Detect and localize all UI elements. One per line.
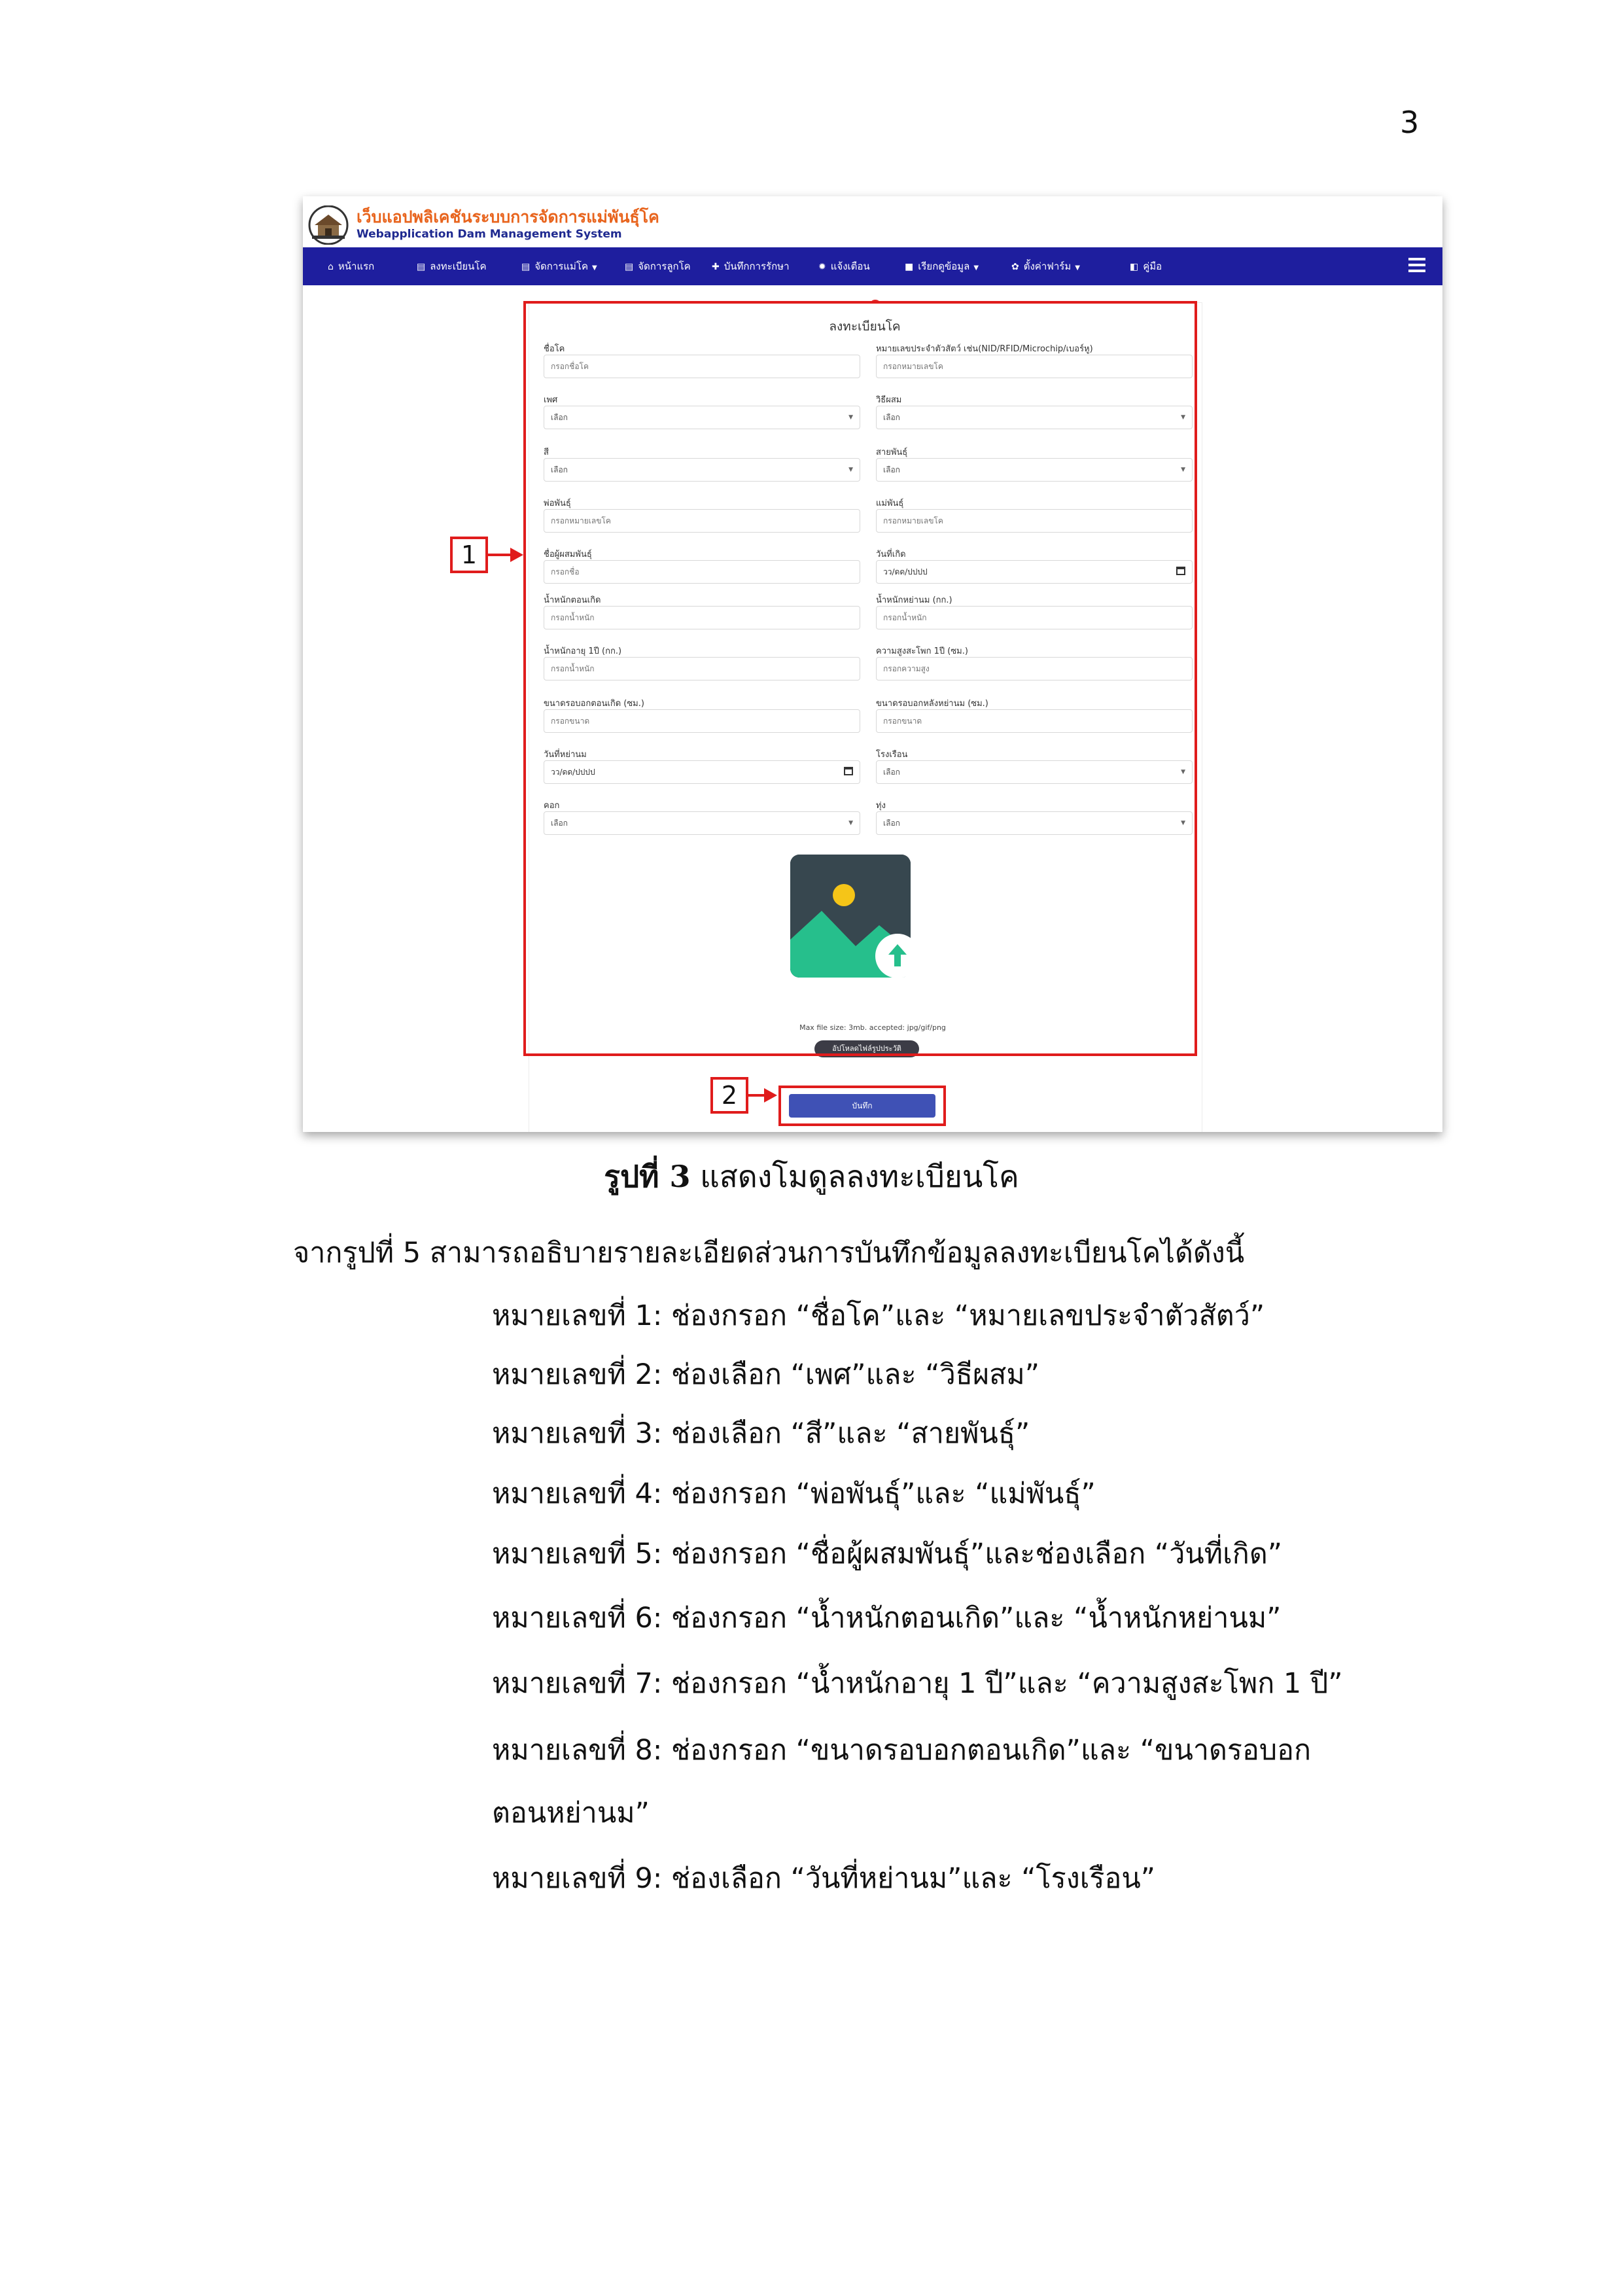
- document-icon: ▤: [417, 262, 426, 272]
- list-item: หมายเลขที่ 6: ช่องกรอก “น้ำหนักตอนเกิด”แ…: [492, 1602, 1282, 1634]
- list-item: หมายเลขที่ 9: ช่องเลือก “วันที่หย่านม”แล…: [492, 1862, 1156, 1895]
- home-icon: ⌂: [328, 262, 334, 272]
- list-item: หมายเลขที่ 8: ช่องกรอก “ขนาดรอบอกตอนเกิด…: [492, 1734, 1311, 1767]
- page-number: 3: [1400, 105, 1420, 140]
- figure-caption: รูปที่ 3 แสดงโมดูลลงทะเบียนโค: [0, 1153, 1623, 1201]
- nav-register[interactable]: ▤ ลงทะเบียนโค: [417, 247, 486, 285]
- intro-paragraph: จากรูปที่ 5 สามารถอธิบายรายละเอียดส่วนกา…: [293, 1237, 1245, 1269]
- callout-marker-2: 2: [710, 1077, 748, 1114]
- list-item-continuation: ตอนหย่านม”: [492, 1797, 650, 1829]
- callout-arrow-1: [488, 554, 512, 556]
- list-item: หมายเลขที่ 4: ช่องกรอก “พ่อพันธุ์”และ “แ…: [492, 1477, 1096, 1510]
- callout-arrow-2: [748, 1094, 765, 1097]
- caption-label: รูปที่ 3: [604, 1159, 691, 1194]
- farm-logo-icon: [308, 205, 349, 245]
- list-item: หมายเลขที่ 3: ช่องเลือก “สี”และ “สายพันธ…: [492, 1417, 1030, 1450]
- list-item: หมายเลขที่ 7: ช่องกรอก “น้ำหนักอายุ 1 ปี…: [492, 1667, 1343, 1700]
- list-item: หมายเลขที่ 1: ช่องกรอก “ชื่อโค”และ “หมาย…: [492, 1299, 1265, 1332]
- caption-text: แสดงโมดูลลงทะเบียนโค: [690, 1159, 1019, 1194]
- app-screenshot: เว็บแอปพลิเคชันระบบการจัดการแม่พันธุ์โค …: [303, 196, 1442, 1132]
- list-item: หมายเลขที่ 2: ช่องเลือก “เพศ”และ “วิธีผส…: [492, 1358, 1040, 1391]
- callout-marker-1: 1: [450, 537, 488, 573]
- arrow-right-icon: [510, 548, 523, 562]
- list-item: หมายเลขที่ 5: ช่องกรอก “ชื่อผู้ผสมพันธุ์…: [492, 1538, 1283, 1570]
- callout-frame-1: [523, 301, 1197, 1056]
- callout-frame-2: [778, 1086, 946, 1126]
- hamburger-menu-icon[interactable]: [1408, 258, 1425, 275]
- nav-home[interactable]: ⌂ หน้าแรก: [328, 247, 374, 285]
- arrow-right-icon: [764, 1088, 777, 1103]
